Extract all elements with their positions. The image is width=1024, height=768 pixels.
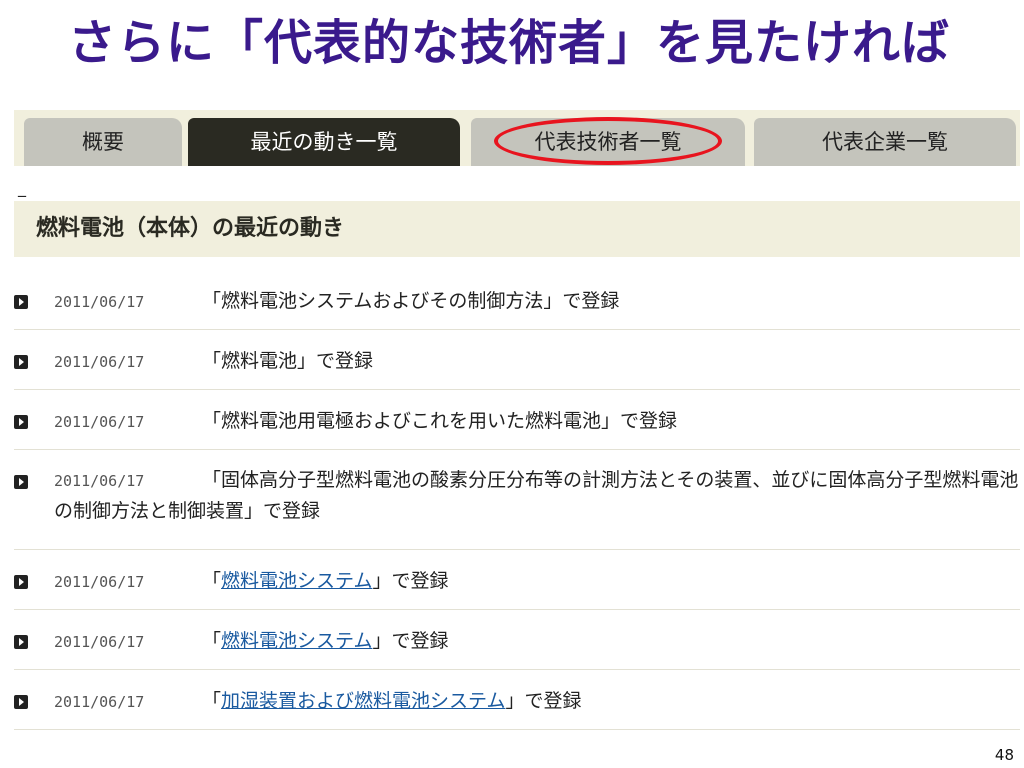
news-text-open: 「 xyxy=(202,570,222,592)
news-item: 2011/06/17 「燃料電池システムおよびその制御方法」で登録 xyxy=(14,270,1020,330)
news-list: 2011/06/17 「燃料電池システムおよびその制御方法」で登録 2011/06… xyxy=(14,270,1020,730)
news-date: 2011/06/17 xyxy=(54,693,145,711)
news-link[interactable]: 燃料電池システム xyxy=(221,630,372,652)
bullet-icon xyxy=(14,475,28,489)
section-header: 燃料電池（本体）の最近の動き xyxy=(14,201,1020,257)
news-date: 2011/06/17 xyxy=(54,573,145,591)
news-date: 2011/06/17 xyxy=(54,293,145,311)
news-date: 2011/06/17 xyxy=(54,633,145,651)
news-link[interactable]: 燃料電池システム xyxy=(221,570,372,592)
news-text-open: 「 xyxy=(202,690,222,712)
news-text: 「燃料電池システムおよびその制御方法」で登録 xyxy=(202,290,620,312)
news-item: 2011/06/17 「燃料電池システム」で登録 xyxy=(14,610,1020,670)
bullet-icon xyxy=(14,695,28,709)
tab-overview[interactable]: 概要 xyxy=(24,118,182,166)
news-item: 2011/06/17 「燃料電池」で登録 xyxy=(14,330,1020,390)
tab-representative-engineers[interactable]: 代表技術者一覧 xyxy=(471,118,745,166)
news-link[interactable]: 加湿装置および燃料電池システム xyxy=(221,690,505,712)
news-item: 2011/06/17 「燃料電池用電極およびこれを用いた燃料電池」で登録 xyxy=(14,390,1020,450)
news-date: 2011/06/17 xyxy=(54,413,145,431)
news-text-close: 」で登録 xyxy=(372,570,449,592)
news-text: 「燃料電池用電極およびこれを用いた燃料電池」で登録 xyxy=(202,410,678,432)
news-text: 「燃料電池」で登録 xyxy=(202,350,374,372)
bullet-icon xyxy=(14,575,28,589)
tab-bar: 概要 最近の動き一覧 代表技術者一覧 代表企業一覧 xyxy=(14,110,1020,166)
bullet-icon xyxy=(14,415,28,429)
news-item: 2011/06/17 「燃料電池システム」で登録 xyxy=(14,550,1020,610)
stray-mark: _ xyxy=(18,178,26,197)
news-text-open: 「 xyxy=(202,630,222,652)
news-date: 2011/06/17 xyxy=(54,353,145,371)
news-text-close: 」で登録 xyxy=(372,630,449,652)
tab-representative-companies[interactable]: 代表企業一覧 xyxy=(754,118,1016,166)
bullet-icon xyxy=(14,295,28,309)
bullet-icon xyxy=(14,355,28,369)
news-date: 2011/06/17 xyxy=(54,472,145,490)
bullet-icon xyxy=(14,635,28,649)
news-item: 2011/06/17 「加湿装置および燃料電池システム」で登録 xyxy=(14,670,1020,730)
page-number: 48 xyxy=(994,746,1014,764)
tab-recent-activity[interactable]: 最近の動き一覧 xyxy=(188,118,460,166)
news-text-close: 」で登録 xyxy=(505,690,582,712)
news-item: 2011/06/17 「固体高分子型燃料電池の酸素分圧分布等の計測方法とその装置、… xyxy=(14,450,1020,550)
slide-title: さらに「代表的な技術者」を見たければ xyxy=(68,15,951,71)
